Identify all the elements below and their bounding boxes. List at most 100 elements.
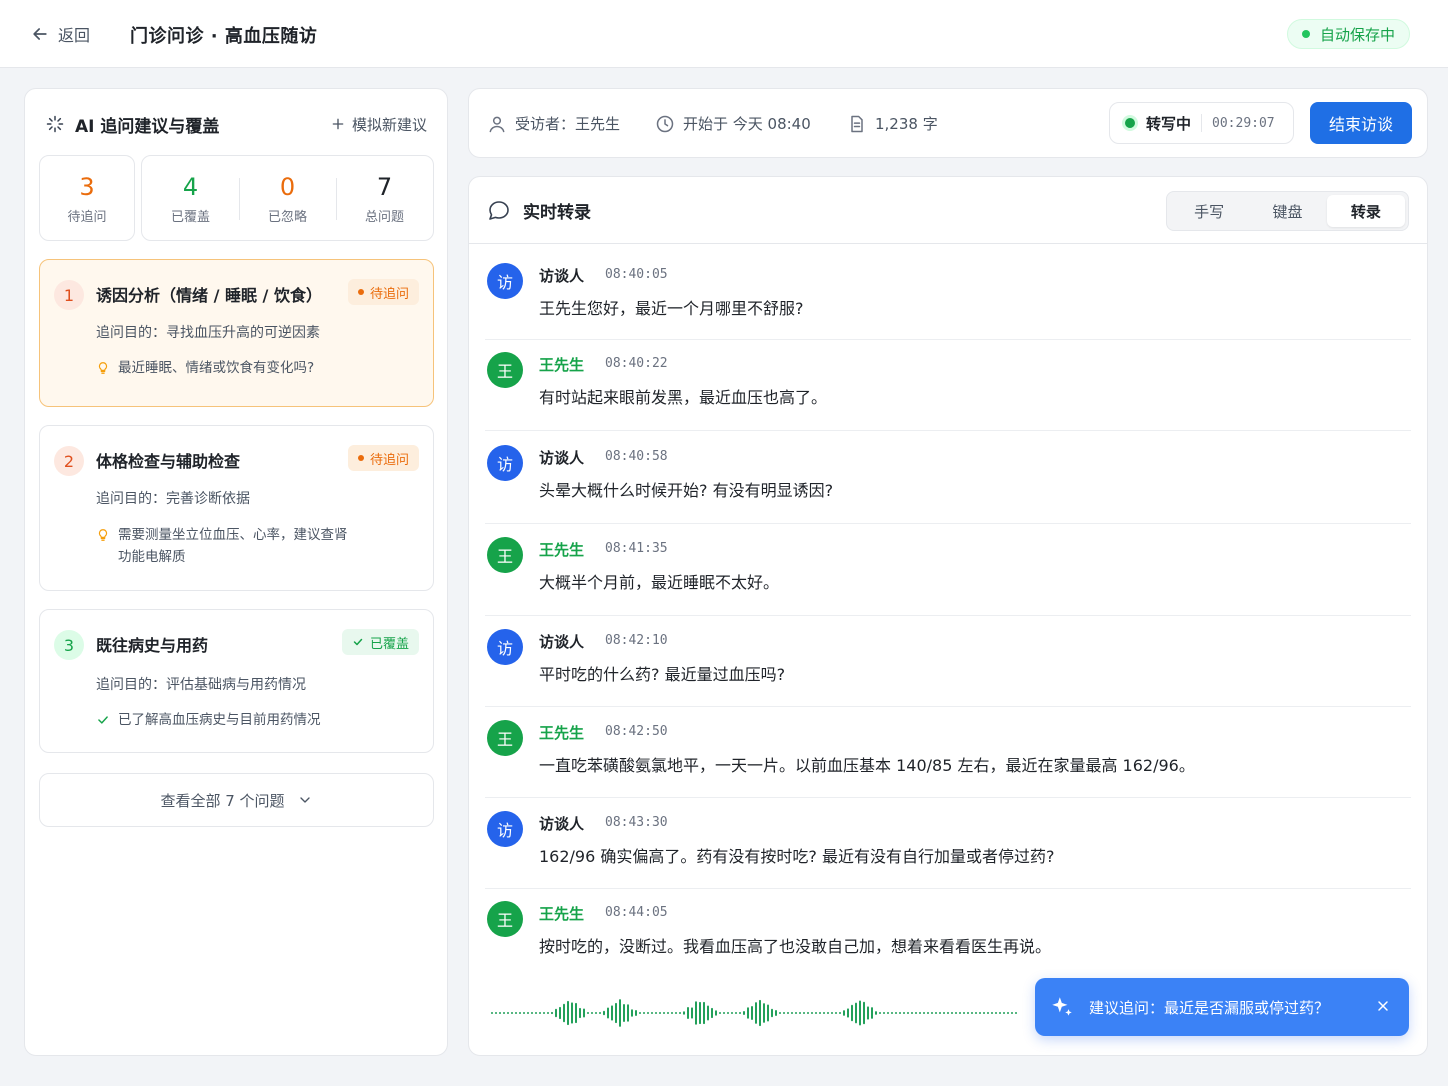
chat-bubble-icon — [489, 200, 509, 220]
waveform-bar — [751, 1005, 753, 1021]
waveform-bar — [663, 1012, 665, 1014]
waveform-bar — [755, 1002, 757, 1024]
stat-covered[interactable]: 4 已覆盖 — [142, 156, 239, 240]
waveform-bar — [819, 1012, 821, 1014]
waveform-bar — [859, 1000, 861, 1026]
tab-handwriting[interactable]: 手写 — [1170, 195, 1248, 227]
waveform-bar — [831, 1012, 833, 1014]
panel-header: AI 追问建议与覆盖 模拟新建议 — [45, 111, 427, 137]
waveform-bar — [919, 1012, 921, 1014]
waveform-bar — [619, 999, 621, 1027]
message-time: 08:44:05 — [605, 905, 668, 920]
suggestion-toast[interactable]: 建议追问：最近是否漏服或停过药？ — [1035, 978, 1409, 1036]
message-time: 08:42:10 — [605, 633, 668, 648]
stat-number: 7 — [376, 172, 393, 201]
user-icon — [489, 116, 505, 132]
lightbulb-icon — [98, 362, 108, 374]
waveform-bar — [923, 1012, 925, 1014]
hint-text: 已了解高血压病史与目前用药情况 — [118, 712, 321, 728]
transcript-panel: 实时转录 手写 键盘 转录 访 访谈人 08:40:05 王先生您好，最近一个月… — [468, 176, 1428, 1056]
page-title: 门诊问诊 · 高血压随访 — [130, 26, 318, 47]
message-text: 平时吃的什么药? 最近量过血压吗? — [539, 665, 786, 684]
avatar: 王 — [487, 352, 523, 388]
tab-keyboard[interactable]: 键盘 — [1248, 195, 1326, 227]
waveform-bar — [1007, 1012, 1009, 1014]
word-count-info: 1,238 字 — [847, 113, 938, 134]
stat-label: 已覆盖 — [170, 209, 210, 225]
waveform-bar — [699, 1001, 701, 1025]
end-interview-button[interactable]: 结束访谈 — [1310, 102, 1412, 144]
waveform-bar — [511, 1012, 513, 1014]
waveform-bar — [727, 1012, 729, 1014]
waveform-bar — [639, 1012, 641, 1014]
transcript-message: 王 王先生 08:40:22 有时站起来眼前发黑，最近血压也高了。 — [485, 352, 1411, 431]
badge-label: 待追问 — [369, 452, 409, 468]
status-badge: 待追问 — [347, 279, 419, 305]
waveform-bar — [855, 1002, 857, 1024]
stat-total[interactable]: 7 总问题 — [336, 156, 433, 240]
back-button[interactable]: 返回 — [30, 22, 90, 46]
waveform-bar — [687, 1007, 689, 1019]
card-purpose: 追问目的：完善诊断依据 — [96, 491, 250, 507]
question-card[interactable]: 2 体格检查与辅助检查 待追问 追问目的：完善诊断依据 需要测量坐立位血压、心率… — [39, 425, 434, 591]
stat-number: 0 — [279, 172, 296, 201]
waveform-bar — [951, 1012, 953, 1014]
simulate-suggestion-button[interactable]: 模拟新建议 — [330, 114, 427, 135]
stat-label: 待追问 — [67, 209, 107, 225]
tab-transcribe[interactable]: 转录 — [1326, 195, 1405, 227]
waveform-bar — [635, 1010, 637, 1016]
question-card[interactable]: 1 诱因分析（情绪 / 睡眠 / 饮食） 待追问 追问目的：寻找血压升高的可逆因… — [39, 259, 434, 407]
waveform-bar — [795, 1012, 797, 1014]
question-card[interactable]: 3 既往病史与用药 已覆盖 追问目的：评估基础病与用药情况 已了解高血压病史与目… — [39, 609, 434, 753]
waveform-bar — [679, 1012, 681, 1014]
waveform-bar — [515, 1012, 517, 1014]
waveform-bar — [675, 1012, 677, 1014]
waveform-bar — [531, 1012, 533, 1014]
waveform-bar — [615, 1002, 617, 1024]
waveform-bar — [683, 1011, 685, 1015]
waveform-bar — [967, 1012, 969, 1014]
chevron-down-icon — [299, 797, 310, 803]
stat-pending[interactable]: 3 待追问 — [40, 156, 134, 240]
waveform-bar — [811, 1012, 813, 1014]
audio-waveform — [491, 999, 1017, 1027]
lightbulb-icon — [98, 529, 108, 541]
waveform-bar — [507, 1012, 509, 1014]
hint-text: 最近睡眠、情绪或饮食有变化吗? — [118, 360, 315, 376]
waveform-bar — [667, 1012, 669, 1014]
waveform-bar — [595, 1012, 597, 1014]
stat-pending-box: 3 待追问 — [39, 155, 135, 241]
card-hint: 最近睡眠、情绪或饮食有变化吗? — [96, 357, 353, 379]
view-all-button[interactable]: 查看全部 7 个问题 — [39, 773, 434, 827]
message-time: 08:40:22 — [605, 356, 668, 371]
card-purpose: 追问目的：评估基础病与用药情况 — [96, 677, 306, 693]
message-time: 08:40:58 — [605, 449, 668, 464]
recording-status: 转写中 00:29:07 — [1109, 102, 1294, 144]
ai-suggestion-panel: AI 追问建议与覆盖 模拟新建议 3 待追问 4 已覆盖 0 已忽略 7 总问题… — [24, 88, 448, 1056]
check-icon — [353, 638, 363, 646]
status-badge: 待追问 — [347, 445, 419, 471]
waveform-bar — [571, 1002, 573, 1024]
message-text: 王先生您好，最近一个月哪里不舒服? — [539, 299, 804, 318]
document-icon — [851, 115, 863, 132]
waveform-bar — [943, 1012, 945, 1014]
waveform-bar — [583, 1008, 585, 1018]
waveform-bar — [703, 1001, 705, 1025]
stat-label: 已忽略 — [267, 209, 307, 225]
autosave-label: 自动保存中 — [1319, 25, 1395, 44]
stat-ignored[interactable]: 0 已忽略 — [239, 156, 336, 240]
waveform-bar — [947, 1012, 949, 1014]
message-text: 大概半个月前，最近睡眠不太好。 — [539, 573, 780, 592]
message-text: 按时吃的，没断过。我看血压高了也没敢自己加，想着来看看医生再说。 — [539, 937, 1052, 956]
waveform-bar — [559, 1006, 561, 1020]
close-icon[interactable] — [1375, 998, 1391, 1014]
waveform-bar — [527, 1012, 529, 1014]
waveform-bar — [1011, 1012, 1013, 1014]
waveform-bar — [1015, 1012, 1017, 1014]
waveform-bar — [659, 1012, 661, 1014]
waveform-bar — [535, 1012, 537, 1014]
waveform-bar — [823, 1012, 825, 1014]
transcript-message: 王 王先生 08:42:50 一直吃苯磺酸氨氯地平，一天一片。以前血压基本 14… — [485, 720, 1411, 798]
speaker-name: 访谈人 — [539, 633, 585, 651]
waveform-bar — [739, 1012, 741, 1014]
